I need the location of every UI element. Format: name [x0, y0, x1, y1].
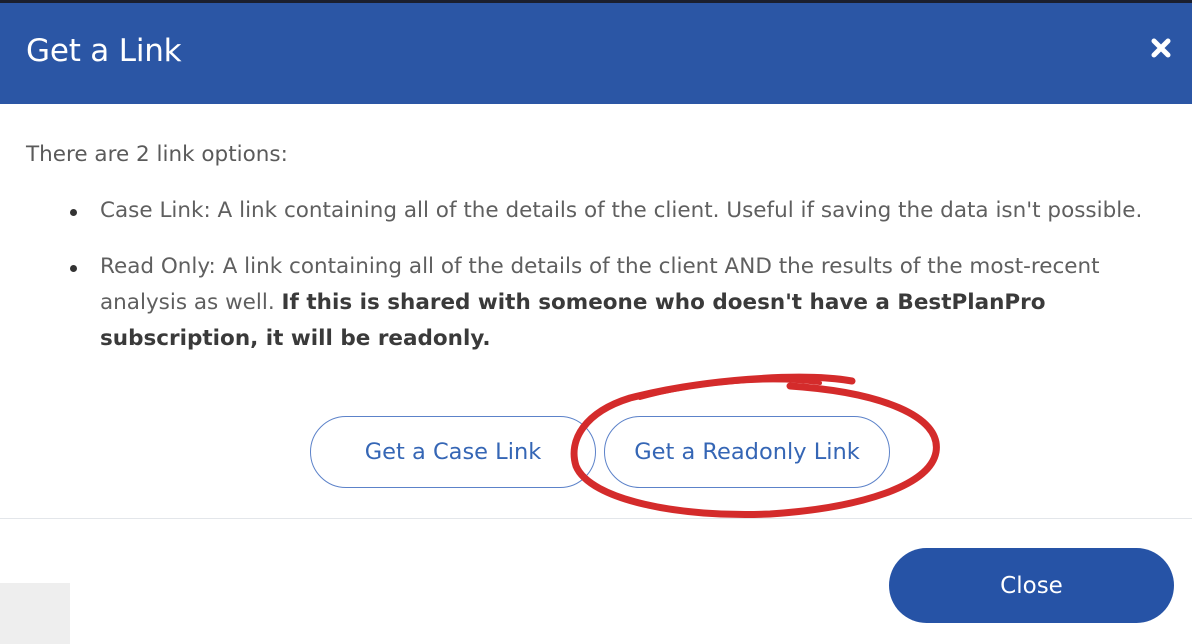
bullet-icon	[70, 265, 77, 272]
list-item: Case Link: A link containing all of the …	[70, 193, 1170, 229]
case-link-description: Case Link: A link containing all of the …	[100, 198, 1143, 223]
link-buttons-row: Get a Case Link Get a Readonly Link	[0, 416, 1192, 492]
dialog-title: Get a Link	[26, 33, 182, 69]
close-icon[interactable]	[1146, 33, 1176, 63]
get-case-link-button[interactable]: Get a Case Link	[310, 416, 596, 488]
link-options-list: Case Link: A link containing all of the …	[70, 193, 1170, 377]
bullet-icon	[70, 209, 77, 216]
dialog-body: There are 2 link options: Case Link: A l…	[0, 104, 1192, 518]
background-panel	[0, 583, 70, 644]
list-item: Read Only: A link containing all of the …	[70, 249, 1170, 357]
get-readonly-link-button[interactable]: Get a Readonly Link	[604, 416, 890, 488]
dialog-header: Get a Link	[0, 3, 1192, 104]
intro-text: There are 2 link options:	[26, 142, 288, 167]
footer-divider	[0, 518, 1192, 519]
close-button[interactable]: Close	[889, 548, 1174, 623]
